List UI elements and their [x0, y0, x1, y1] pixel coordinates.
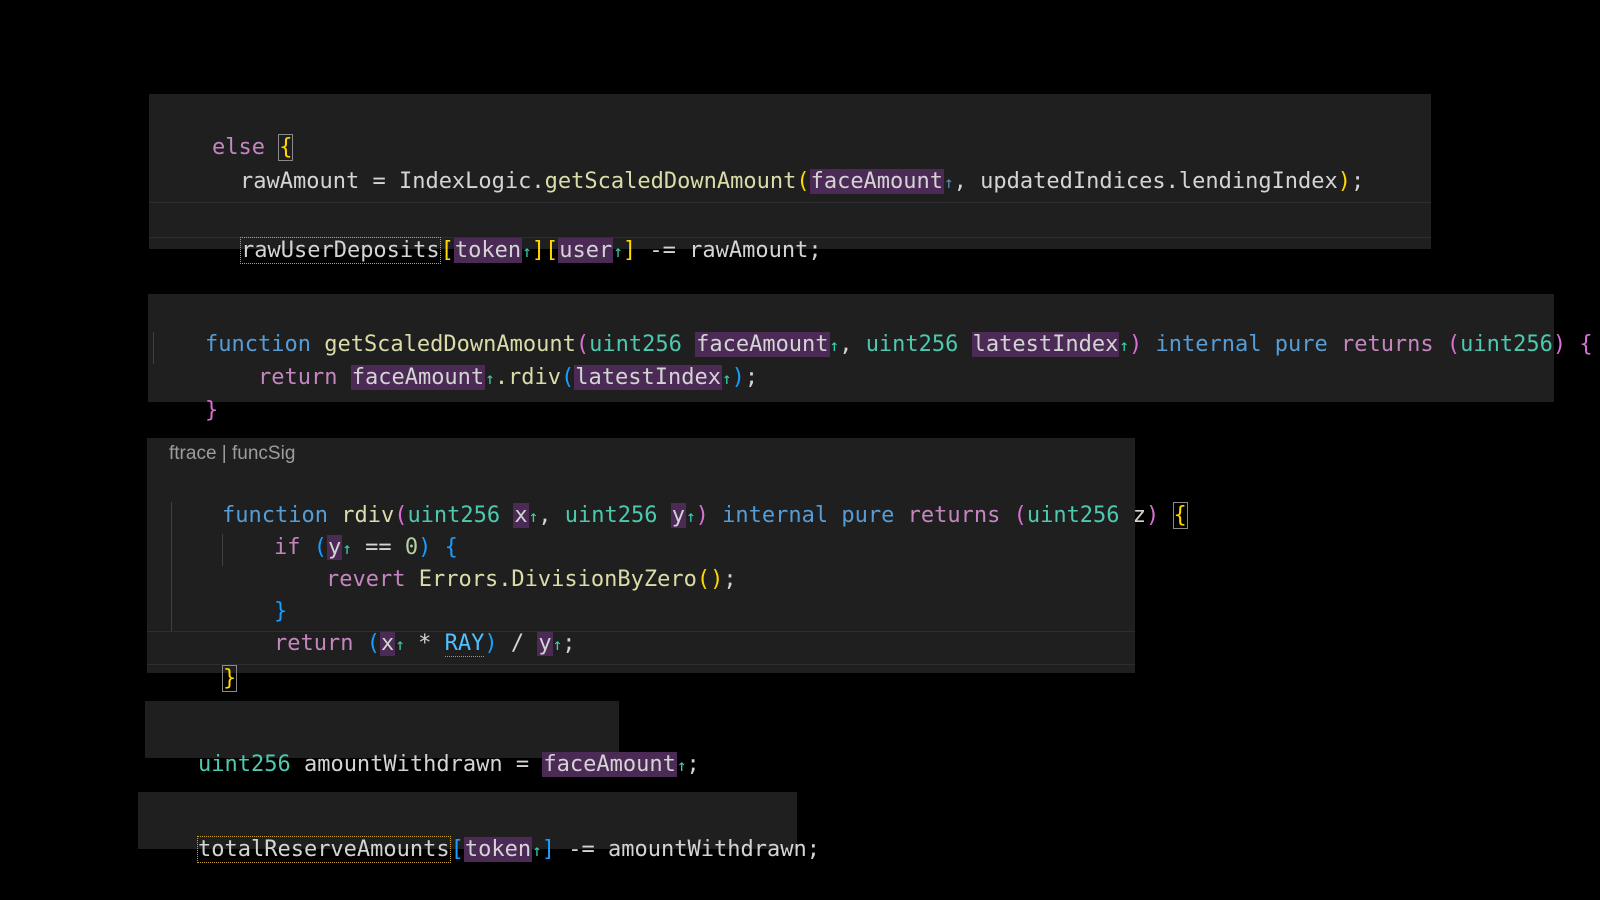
arrow-up-icon: ↑	[522, 242, 532, 261]
code-line: else {	[159, 100, 294, 161]
code-line: totalReserveAmounts[token↑] -= amountWit…	[196, 836, 820, 863]
arrow-up-icon: ↑	[1119, 336, 1129, 355]
brace-close: }	[221, 665, 238, 692]
current-line-highlight	[147, 631, 1135, 665]
index-user: user	[558, 238, 614, 263]
code-snippet-totalReserveAmounts: totalReserveAmounts[token↑] -= amountWit…	[138, 792, 820, 863]
error-call: Errors.DivisionByZero	[418, 567, 697, 592]
arrow-up-icon: ↑	[686, 507, 696, 526]
brace-open: {	[1172, 502, 1188, 529]
arrow-up-icon: ↑	[485, 369, 495, 388]
arg-updatedIndices: updatedIndices.lendingIndex	[980, 169, 1338, 194]
index-token: token	[453, 238, 523, 263]
arrow-up-icon: ↑	[722, 369, 732, 388]
code-line: revert Errors.DivisionByZero();	[325, 567, 737, 592]
codelens[interactable]: ftrace | funcSig	[169, 443, 295, 465]
code-line: return (x↑ * RAY) / y↑;	[273, 631, 576, 657]
keyword-return: return	[257, 365, 338, 390]
code-line: function rdiv(uint256 x↑, uint256 y↑) in…	[221, 502, 1188, 529]
variable-rawUserDeposits: rawUserDeposits	[239, 237, 441, 264]
code-line: return faceAmount↑.rdiv(latestIndex↑);	[257, 365, 759, 390]
code-snippet-amountWithdrawn: uint256 amountWithdrawn = faceAmount↑;	[145, 701, 700, 777]
indent-guide	[222, 534, 223, 566]
code-snippet-else-branch: else { rawAmount = IndexLogic.getScaledD…	[149, 94, 1431, 264]
brace-close: }	[204, 398, 219, 423]
param-y: y	[670, 503, 687, 528]
variable-rawAmount: rawAmount	[239, 169, 360, 194]
keyword-revert: revert	[325, 567, 406, 592]
code-line: uint256 amountWithdrawn = faceAmount↑;	[197, 752, 700, 777]
arrow-up-icon: ↑	[528, 507, 539, 526]
param-x: x	[513, 503, 529, 528]
variable-amountWithdrawn: amountWithdrawn	[303, 752, 503, 777]
arg-faceAmount: faceAmount	[809, 169, 945, 194]
code-line: if (y↑ == 0) {	[273, 535, 458, 560]
indent-guide	[153, 332, 154, 364]
code-line: function getScaledDownAmount(uint256 fac…	[204, 332, 1593, 357]
code-line: }	[221, 564, 287, 624]
library-IndexLogic: IndexLogic	[398, 169, 532, 194]
code-line: }	[152, 363, 218, 423]
arrow-up-icon: ↑	[944, 173, 954, 192]
function-call-getScaledDownAmount: getScaledDownAmount	[544, 169, 797, 194]
value-faceAmount: faceAmount	[542, 752, 677, 777]
index-token: token	[463, 837, 533, 862]
arrow-up-icon: ↑	[829, 336, 840, 355]
code-snippet-rdiv: ftrace | funcSig function rdiv(uint256 x…	[147, 438, 1188, 692]
arrow-up-icon: ↑	[613, 242, 623, 261]
variable-totalReserveAmounts: totalReserveAmounts	[196, 836, 451, 863]
param-latestIndex: latestIndex	[971, 332, 1120, 357]
function-call-rdiv: .rdiv	[494, 365, 562, 390]
arrow-up-icon: ↑	[532, 841, 542, 860]
code-snippet-getScaledDownAmount: function getScaledDownAmount(uint256 fac…	[148, 294, 1593, 423]
code-line: }	[169, 631, 238, 692]
code-line: rawUserDeposits[token↑][user↑] -= rawAmo…	[239, 237, 822, 264]
indent-guide	[171, 502, 172, 632]
code-line: rawAmount = IndexLogic.getScaledDownAmou…	[239, 169, 1365, 194]
